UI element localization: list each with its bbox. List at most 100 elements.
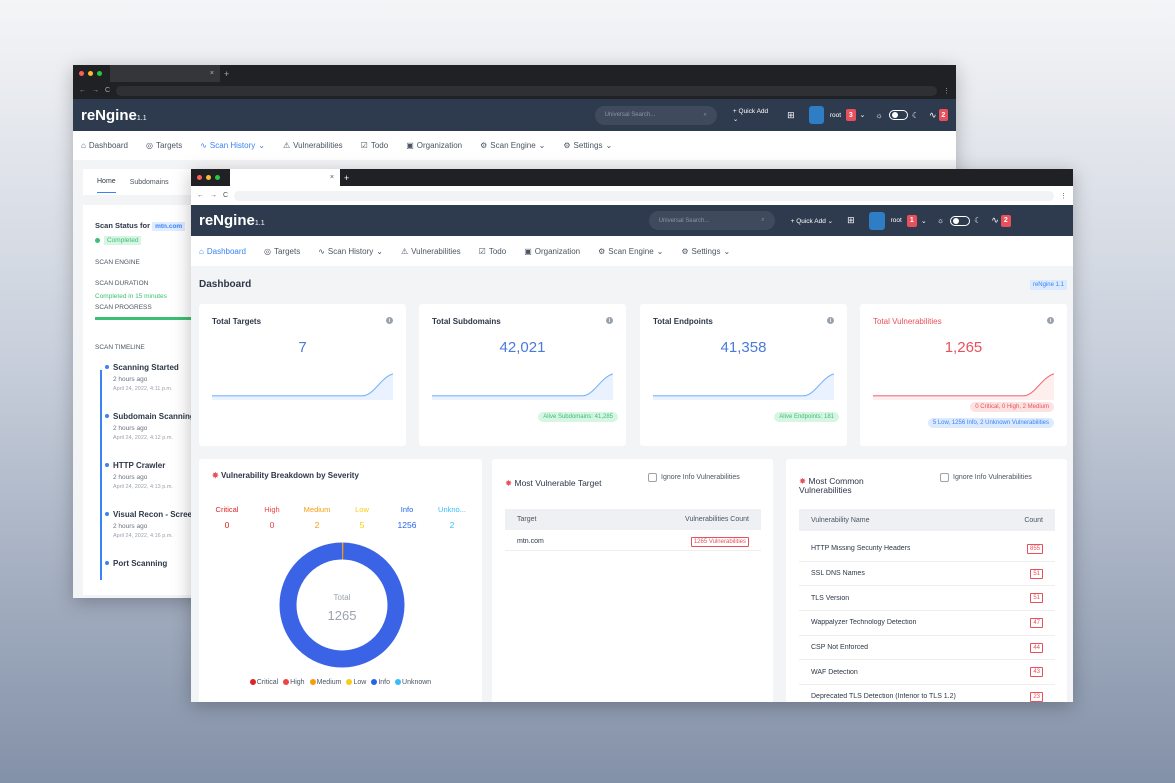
back-arrow-icon[interactable]: ←: [79, 87, 86, 94]
nav-organization[interactable]: ▣ Organization: [406, 141, 462, 150]
ignore-info-checkbox[interactable]: Ignore Info Vulnerabilities: [940, 473, 1032, 482]
theme-toggle[interactable]: [950, 215, 971, 226]
stat-card[interactable]: Total Vulnerabilities i 1,265 0 Critical, 0…: [860, 304, 1067, 446]
quick-add-button[interactable]: + Quick Add ⌄: [791, 217, 834, 225]
notification-badge[interactable]: 3: [846, 109, 856, 121]
legend-item[interactable]: Low: [346, 679, 366, 686]
user-name[interactable]: root: [830, 112, 841, 119]
new-tab-icon[interactable]: +: [224, 69, 229, 79]
table-row[interactable]: HTTP Missing Security Headers 855: [799, 537, 1055, 562]
moon-icon[interactable]: ☾: [912, 111, 919, 120]
vuln-name[interactable]: CSP Not Enforced: [811, 644, 868, 651]
stat-card[interactable]: Total Targets i 7: [199, 304, 406, 446]
subtab-home[interactable]: Home: [97, 171, 116, 193]
nav-targets[interactable]: ◎ Targets: [264, 247, 300, 256]
chevron-down-icon[interactable]: ⌄: [860, 111, 866, 119]
avatar[interactable]: [868, 211, 885, 230]
menu-icon[interactable]: ⋮: [943, 87, 950, 95]
universal-search-input[interactable]: Universal Search... ⌕: [648, 211, 775, 230]
target-name[interactable]: mtn.com: [517, 538, 544, 545]
minimize-dot-icon[interactable]: [206, 175, 211, 180]
vuln-count-badge[interactable]: 43: [1030, 667, 1043, 678]
scan-target-badge[interactable]: mtn.com: [152, 222, 186, 231]
vuln-name[interactable]: HTTP Missing Security Headers: [811, 545, 910, 552]
info-icon[interactable]: i: [1047, 317, 1054, 324]
ignore-info-checkbox[interactable]: Ignore Info Vulnerabilities: [648, 473, 740, 482]
legend-item[interactable]: Critical: [249, 679, 278, 686]
vuln-count-badge[interactable]: 855: [1026, 543, 1043, 554]
universal-search-input[interactable]: Universal Search... ⌕: [594, 105, 717, 125]
table-row[interactable]: SSL DNS Names 51: [799, 562, 1055, 587]
vuln-count-badge[interactable]: 44: [1030, 642, 1043, 653]
maximize-dot-icon[interactable]: [97, 71, 102, 76]
back-arrow-icon[interactable]: ←: [197, 192, 204, 199]
nav-scan-history[interactable]: ∿ Scan History ⌄: [200, 141, 265, 150]
vuln-count-badge[interactable]: 47: [1030, 617, 1043, 628]
alert-badge[interactable]: 2: [938, 109, 948, 121]
close-dot-icon[interactable]: [197, 175, 202, 180]
table-row[interactable]: mtn.com 1265 Vulnerabilities: [505, 533, 761, 551]
vuln-count-badge[interactable]: 1265 Vulnerabilities: [690, 536, 749, 547]
minimize-dot-icon[interactable]: [88, 71, 93, 76]
legend-item[interactable]: Info: [371, 679, 390, 686]
theme-toggle[interactable]: [888, 110, 908, 120]
activity-icon[interactable]: ∿: [929, 110, 937, 121]
activity-icon[interactable]: ∿: [991, 215, 999, 226]
subtab-subdomains[interactable]: Subdomains: [130, 179, 169, 186]
brand-logo[interactable]: reNgine1.1: [81, 107, 147, 124]
reload-icon[interactable]: C: [223, 192, 228, 199]
stat-card[interactable]: Total Endpoints i 41,358 Alive Endpoints: 1…: [640, 304, 847, 446]
nav-todo[interactable]: ☑ Todo: [361, 141, 389, 150]
info-icon[interactable]: i: [606, 317, 613, 324]
nav-dashboard[interactable]: ⌂ Dashboard: [199, 247, 246, 256]
vuln-name[interactable]: Wappalyzer Technology Detection: [811, 619, 916, 626]
sun-icon[interactable]: ☼: [937, 216, 944, 225]
brand-logo[interactable]: reNgine1.1: [199, 212, 265, 229]
legend-item[interactable]: Medium: [309, 679, 341, 686]
notification-badge[interactable]: 1: [906, 214, 917, 227]
vuln-name[interactable]: TLS Version: [811, 595, 849, 602]
nav-settings[interactable]: ⚙ Settings ⌄: [681, 247, 730, 256]
forward-arrow-icon[interactable]: →: [92, 87, 99, 94]
nav-targets[interactable]: ◎ Targets: [146, 141, 182, 150]
table-row[interactable]: Deprecated TLS Detection (Inferior to TL…: [799, 685, 1055, 702]
nav-vulnerabilities[interactable]: ⚠ Vulnerabilities: [401, 247, 461, 256]
legend-item[interactable]: High: [283, 679, 305, 686]
vuln-count-badge[interactable]: 23: [1030, 691, 1043, 702]
user-name[interactable]: root: [891, 217, 902, 224]
table-row[interactable]: Wappalyzer Technology Detection 47: [799, 611, 1055, 636]
chevron-down-icon[interactable]: ⌄: [921, 217, 927, 225]
alert-badge[interactable]: 2: [1000, 214, 1011, 227]
apps-grid-icon[interactable]: ⊞: [787, 110, 795, 121]
maximize-dot-icon[interactable]: [215, 175, 220, 180]
vuln-count-badge[interactable]: 51: [1030, 593, 1043, 604]
vuln-name[interactable]: SSL DNS Names: [811, 570, 865, 577]
table-row[interactable]: TLS Version 51: [799, 586, 1055, 612]
nav-organization[interactable]: ▣ Organization: [524, 247, 580, 256]
nav-dashboard[interactable]: ⌂ Dashboard: [81, 141, 128, 150]
legend-item[interactable]: Unknown: [395, 679, 431, 686]
table-row[interactable]: WAF Detection 43: [799, 660, 1055, 686]
menu-icon[interactable]: ⋮: [1060, 192, 1067, 200]
vuln-name[interactable]: WAF Detection: [811, 669, 858, 676]
sun-icon[interactable]: ☼: [875, 111, 882, 120]
nav-vulnerabilities[interactable]: ⚠ Vulnerabilities: [283, 141, 343, 150]
apps-grid-icon[interactable]: ⊞: [847, 215, 855, 226]
nav-scan-engine[interactable]: ⚙ Scan Engine ⌄: [480, 141, 545, 150]
forward-arrow-icon[interactable]: →: [210, 192, 217, 199]
browser-tab[interactable]: ×: [230, 169, 340, 186]
url-bar[interactable]: [116, 85, 937, 96]
close-dot-icon[interactable]: [79, 71, 84, 76]
browser-tab[interactable]: ×: [110, 65, 220, 82]
nav-scan-history[interactable]: ∿ Scan History ⌄: [318, 247, 383, 256]
vuln-count-badge[interactable]: 51: [1030, 568, 1043, 579]
quick-add-button[interactable]: + Quick Add ⌄: [733, 108, 773, 123]
vuln-name[interactable]: Deprecated TLS Detection (Inferior to TL…: [811, 693, 956, 700]
table-row[interactable]: CSP Not Enforced 44: [799, 636, 1055, 661]
moon-icon[interactable]: ☾: [974, 216, 981, 225]
stat-card[interactable]: Total Subdomains i 42,021 Alive Subdomains:…: [419, 304, 626, 446]
info-icon[interactable]: i: [827, 317, 834, 324]
new-tab-icon[interactable]: +: [344, 173, 349, 183]
nav-settings[interactable]: ⚙ Settings ⌄: [563, 141, 612, 150]
nav-todo[interactable]: ☑ Todo: [479, 247, 507, 256]
